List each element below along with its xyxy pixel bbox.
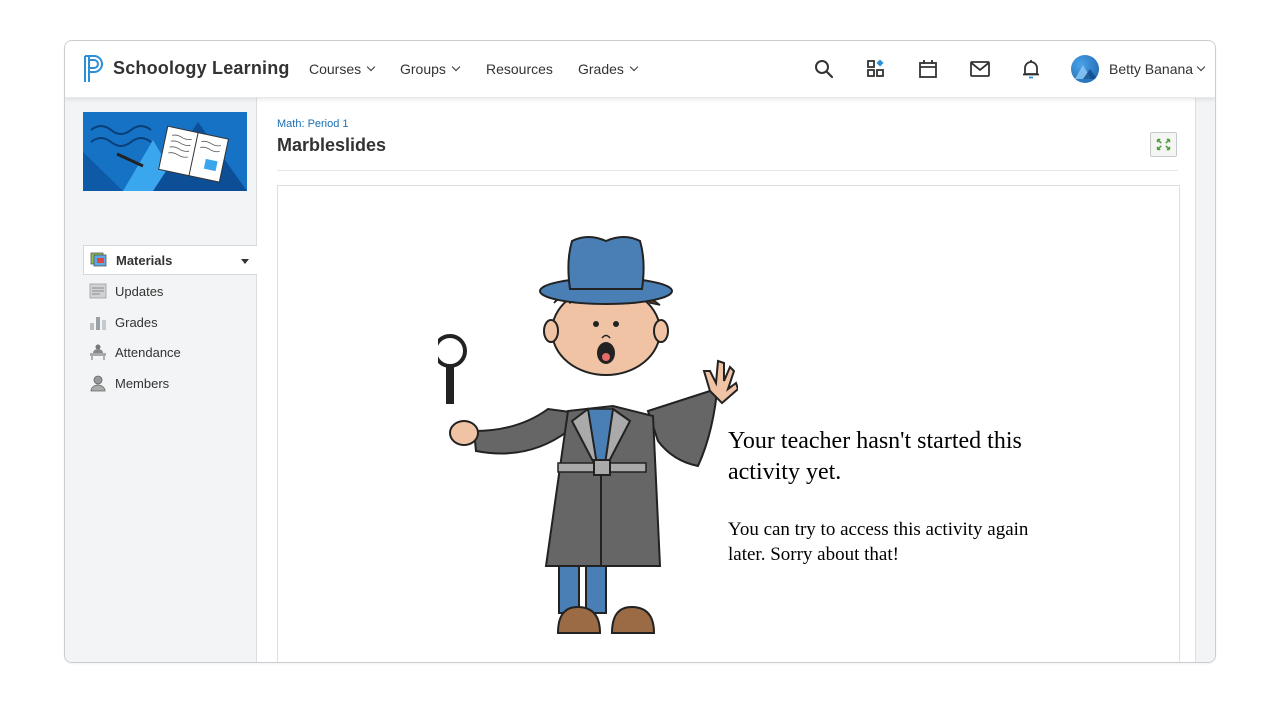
fullscreen-button[interactable]	[1150, 132, 1177, 157]
app-window: Schoology Learning Courses Groups Resour…	[64, 40, 1216, 663]
detective-illustration-icon	[438, 236, 738, 634]
avatar-image	[1075, 65, 1097, 79]
chevron-down-icon	[366, 62, 376, 72]
activity-not-started-heading: Your teacher hasn't started this activit…	[728, 428, 1022, 485]
chevron-down-icon	[1196, 62, 1206, 72]
chevron-down-icon	[451, 62, 461, 72]
nav-courses[interactable]: Courses	[309, 61, 376, 77]
title-divider	[277, 170, 1178, 171]
chevron-down-icon	[629, 62, 639, 72]
mail-icon[interactable]	[969, 58, 991, 80]
updates-icon	[89, 283, 107, 299]
activity-not-started-body: You can try to access this activity agai…	[728, 519, 1029, 565]
bell-icon[interactable]	[1020, 58, 1042, 80]
sidebar-item-label: Materials	[116, 252, 173, 268]
search-icon[interactable]	[813, 58, 835, 80]
schoology-logo-icon[interactable]	[83, 54, 105, 84]
sidebar-item-updates[interactable]: Updates	[83, 276, 257, 306]
sidebar-item-label: Attendance	[115, 344, 181, 360]
user-menu[interactable]: Betty Banana	[1109, 61, 1206, 77]
nav-resources-label: Resources	[486, 61, 553, 77]
caret-down-icon[interactable]	[241, 259, 249, 264]
attendance-icon	[90, 344, 106, 360]
page-title: Marbleslides	[277, 135, 387, 155]
sidebar-item-attendance[interactable]: Attendance	[83, 337, 257, 367]
brand-name[interactable]: Schoology Learning	[113, 58, 290, 79]
sidebar-item-label: Grades	[115, 314, 158, 330]
right-edge-panel	[1195, 98, 1215, 662]
nav-grades-label: Grades	[578, 61, 624, 77]
apps-grid-icon[interactable]	[865, 58, 887, 80]
course-sidebar: Materials Updates Grades Attendance Memb…	[65, 98, 257, 662]
sidebar-item-label: Members	[115, 375, 170, 391]
sidebar-item-materials[interactable]: Materials	[83, 245, 257, 275]
activity-frame: Your teacher hasn't started this activit…	[277, 185, 1180, 662]
nav-grades[interactable]: Grades	[578, 61, 639, 77]
nav-groups-label: Groups	[400, 61, 446, 77]
course-banner-image[interactable]	[83, 112, 247, 191]
materials-icon	[90, 252, 107, 267]
sidebar-item-members[interactable]: Members	[83, 368, 257, 398]
nav-resources[interactable]: Resources	[486, 61, 553, 77]
breadcrumb[interactable]: Math: Period 1	[277, 118, 349, 130]
top-nav: Schoology Learning Courses Groups Resour…	[65, 41, 1215, 98]
grades-icon	[90, 317, 106, 330]
nav-courses-label: Courses	[309, 61, 362, 77]
sidebar-item-grades[interactable]: Grades	[83, 307, 257, 337]
sidebar-item-label: Updates	[115, 283, 164, 299]
members-icon	[90, 375, 106, 392]
main-content: Math: Period 1 Marbleslides Your teacher…	[258, 98, 1196, 662]
calendar-icon[interactable]	[917, 58, 939, 80]
nav-groups[interactable]: Groups	[400, 61, 461, 77]
avatar[interactable]	[1071, 55, 1099, 83]
user-name: Betty Banana	[1109, 61, 1194, 77]
